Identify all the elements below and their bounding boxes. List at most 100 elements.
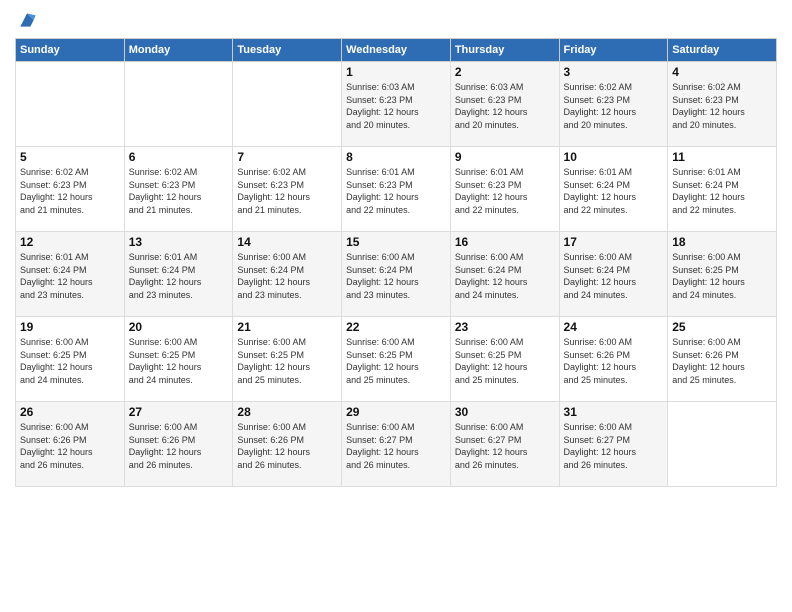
day-info: Sunrise: 6:03 AM Sunset: 6:23 PM Dayligh…: [346, 81, 446, 131]
day-info: Sunrise: 6:00 AM Sunset: 6:27 PM Dayligh…: [564, 421, 664, 471]
logo: [15, 10, 37, 30]
calendar-cell: 14 Sunrise: 6:00 AM Sunset: 6:24 PM Dayli…: [233, 232, 342, 317]
page: SundayMondayTuesdayWednesdayThursdayFrid…: [0, 0, 792, 612]
day-number: 20: [129, 320, 229, 334]
calendar-cell: 11 Sunrise: 6:01 AM Sunset: 6:24 PM Dayli…: [668, 147, 777, 232]
calendar-header-sunday: Sunday: [16, 39, 125, 62]
day-number: 26: [20, 405, 120, 419]
calendar-header-monday: Monday: [124, 39, 233, 62]
day-number: 2: [455, 65, 555, 79]
day-info: Sunrise: 6:01 AM Sunset: 6:24 PM Dayligh…: [129, 251, 229, 301]
calendar-cell: 3Sunrise: 6:02 AM Sunset: 6:23 PM Daylig…: [559, 62, 668, 147]
day-info: Sunrise: 6:00 AM Sunset: 6:27 PM Dayligh…: [455, 421, 555, 471]
day-info: Sunrise: 6:01 AM Sunset: 6:24 PM Dayligh…: [672, 166, 772, 216]
day-info: Sunrise: 6:02 AM Sunset: 6:23 PM Dayligh…: [672, 81, 772, 131]
day-number: 7: [237, 150, 337, 164]
day-info: Sunrise: 6:00 AM Sunset: 6:26 PM Dayligh…: [237, 421, 337, 471]
logo-icon: [17, 10, 37, 30]
day-number: 15: [346, 235, 446, 249]
day-number: 6: [129, 150, 229, 164]
header: [15, 10, 777, 30]
calendar-week-1: 1 Sunrise: 6:03 AM Sunset: 6:23 PM Daylig…: [16, 62, 777, 147]
day-number: 19: [20, 320, 120, 334]
calendar-cell: 28 Sunrise: 6:00 AM Sunset: 6:26 PM Dayli…: [233, 402, 342, 487]
day-number: 12: [20, 235, 120, 249]
day-number: 23: [455, 320, 555, 334]
day-number: 14: [237, 235, 337, 249]
calendar-cell: 17Sunrise: 6:00 AM Sunset: 6:24 PM Dayli…: [559, 232, 668, 317]
calendar-cell: 15 Sunrise: 6:00 AM Sunset: 6:24 PM Dayli…: [342, 232, 451, 317]
calendar-cell: 12Sunrise: 6:01 AM Sunset: 6:24 PM Dayli…: [16, 232, 125, 317]
day-number: 28: [237, 405, 337, 419]
day-number: 18: [672, 235, 772, 249]
calendar-cell: 2Sunrise: 6:03 AM Sunset: 6:23 PM Daylig…: [450, 62, 559, 147]
day-info: Sunrise: 6:00 AM Sunset: 6:24 PM Dayligh…: [346, 251, 446, 301]
calendar-week-4: 19 Sunrise: 6:00 AM Sunset: 6:25 PM Dayli…: [16, 317, 777, 402]
calendar-cell: 21Sunrise: 6:00 AM Sunset: 6:25 PM Dayli…: [233, 317, 342, 402]
day-number: 5: [20, 150, 120, 164]
day-number: 29: [346, 405, 446, 419]
calendar-cell: 13 Sunrise: 6:01 AM Sunset: 6:24 PM Dayli…: [124, 232, 233, 317]
day-info: Sunrise: 6:02 AM Sunset: 6:23 PM Dayligh…: [564, 81, 664, 131]
day-number: 9: [455, 150, 555, 164]
calendar-cell: 10Sunrise: 6:01 AM Sunset: 6:24 PM Dayli…: [559, 147, 668, 232]
day-info: Sunrise: 6:02 AM Sunset: 6:23 PM Dayligh…: [129, 166, 229, 216]
day-info: Sunrise: 6:01 AM Sunset: 6:23 PM Dayligh…: [455, 166, 555, 216]
day-info: Sunrise: 6:00 AM Sunset: 6:24 PM Dayligh…: [455, 251, 555, 301]
calendar-cell: 7 Sunrise: 6:02 AM Sunset: 6:23 PM Daylig…: [233, 147, 342, 232]
day-number: 8: [346, 150, 446, 164]
day-info: Sunrise: 6:01 AM Sunset: 6:23 PM Dayligh…: [346, 166, 446, 216]
calendar-header-saturday: Saturday: [668, 39, 777, 62]
calendar-cell: 4 Sunrise: 6:02 AM Sunset: 6:23 PM Daylig…: [668, 62, 777, 147]
calendar-cell: 8 Sunrise: 6:01 AM Sunset: 6:23 PM Daylig…: [342, 147, 451, 232]
day-number: 11: [672, 150, 772, 164]
calendar-cell: [233, 62, 342, 147]
day-number: 13: [129, 235, 229, 249]
calendar-cell: 23Sunrise: 6:00 AM Sunset: 6:25 PM Dayli…: [450, 317, 559, 402]
calendar-header-wednesday: Wednesday: [342, 39, 451, 62]
calendar-cell: [124, 62, 233, 147]
calendar-week-3: 12 Sunrise: 6:01 AM Sunset: 6:24 PM Dayli…: [16, 232, 777, 317]
calendar-cell: 22Sunrise: 6:00 AM Sunset: 6:25 PM Dayli…: [342, 317, 451, 402]
day-info: Sunrise: 6:00 AM Sunset: 6:25 PM Dayligh…: [20, 336, 120, 386]
day-number: 30: [455, 405, 555, 419]
calendar-cell: 27 Sunrise: 6:00 AM Sunset: 6:26 PM Dayli…: [124, 402, 233, 487]
day-info: Sunrise: 6:00 AM Sunset: 6:26 PM Dayligh…: [672, 336, 772, 386]
calendar-header-friday: Friday: [559, 39, 668, 62]
calendar-cell: 19 Sunrise: 6:00 AM Sunset: 6:25 PM Dayli…: [16, 317, 125, 402]
day-number: 1: [346, 65, 446, 79]
day-info: Sunrise: 6:00 AM Sunset: 6:27 PM Dayligh…: [346, 421, 446, 471]
day-number: 25: [672, 320, 772, 334]
day-info: Sunrise: 6:00 AM Sunset: 6:25 PM Dayligh…: [672, 251, 772, 301]
day-number: 31: [564, 405, 664, 419]
day-info: Sunrise: 6:00 AM Sunset: 6:25 PM Dayligh…: [346, 336, 446, 386]
calendar-header-row: SundayMondayTuesdayWednesdayThursdayFrid…: [16, 39, 777, 62]
calendar-cell: 20 Sunrise: 6:00 AM Sunset: 6:25 PM Dayli…: [124, 317, 233, 402]
day-info: Sunrise: 6:00 AM Sunset: 6:26 PM Dayligh…: [129, 421, 229, 471]
day-info: Sunrise: 6:00 AM Sunset: 6:26 PM Dayligh…: [564, 336, 664, 386]
calendar-cell: 30 Sunrise: 6:00 AM Sunset: 6:27 PM Dayli…: [450, 402, 559, 487]
day-info: Sunrise: 6:02 AM Sunset: 6:23 PM Dayligh…: [20, 166, 120, 216]
calendar-cell: 16Sunrise: 6:00 AM Sunset: 6:24 PM Dayli…: [450, 232, 559, 317]
calendar-cell: [16, 62, 125, 147]
calendar-header-tuesday: Tuesday: [233, 39, 342, 62]
calendar-cell: 6 Sunrise: 6:02 AM Sunset: 6:23 PM Daylig…: [124, 147, 233, 232]
day-number: 27: [129, 405, 229, 419]
calendar-cell: [668, 402, 777, 487]
calendar-week-2: 5 Sunrise: 6:02 AM Sunset: 6:23 PM Daylig…: [16, 147, 777, 232]
day-info: Sunrise: 6:00 AM Sunset: 6:25 PM Dayligh…: [237, 336, 337, 386]
calendar-header-thursday: Thursday: [450, 39, 559, 62]
calendar-cell: 31 Sunrise: 6:00 AM Sunset: 6:27 PM Dayli…: [559, 402, 668, 487]
day-info: Sunrise: 6:00 AM Sunset: 6:24 PM Dayligh…: [564, 251, 664, 301]
day-number: 24: [564, 320, 664, 334]
day-info: Sunrise: 6:00 AM Sunset: 6:24 PM Dayligh…: [237, 251, 337, 301]
calendar-cell: 18 Sunrise: 6:00 AM Sunset: 6:25 PM Dayli…: [668, 232, 777, 317]
day-info: Sunrise: 6:02 AM Sunset: 6:23 PM Dayligh…: [237, 166, 337, 216]
day-info: Sunrise: 6:00 AM Sunset: 6:26 PM Dayligh…: [20, 421, 120, 471]
calendar-cell: 9 Sunrise: 6:01 AM Sunset: 6:23 PM Daylig…: [450, 147, 559, 232]
calendar-cell: 25 Sunrise: 6:00 AM Sunset: 6:26 PM Dayli…: [668, 317, 777, 402]
day-info: Sunrise: 6:00 AM Sunset: 6:25 PM Dayligh…: [129, 336, 229, 386]
calendar-cell: 5 Sunrise: 6:02 AM Sunset: 6:23 PM Daylig…: [16, 147, 125, 232]
calendar-cell: 29 Sunrise: 6:00 AM Sunset: 6:27 PM Dayli…: [342, 402, 451, 487]
day-number: 4: [672, 65, 772, 79]
